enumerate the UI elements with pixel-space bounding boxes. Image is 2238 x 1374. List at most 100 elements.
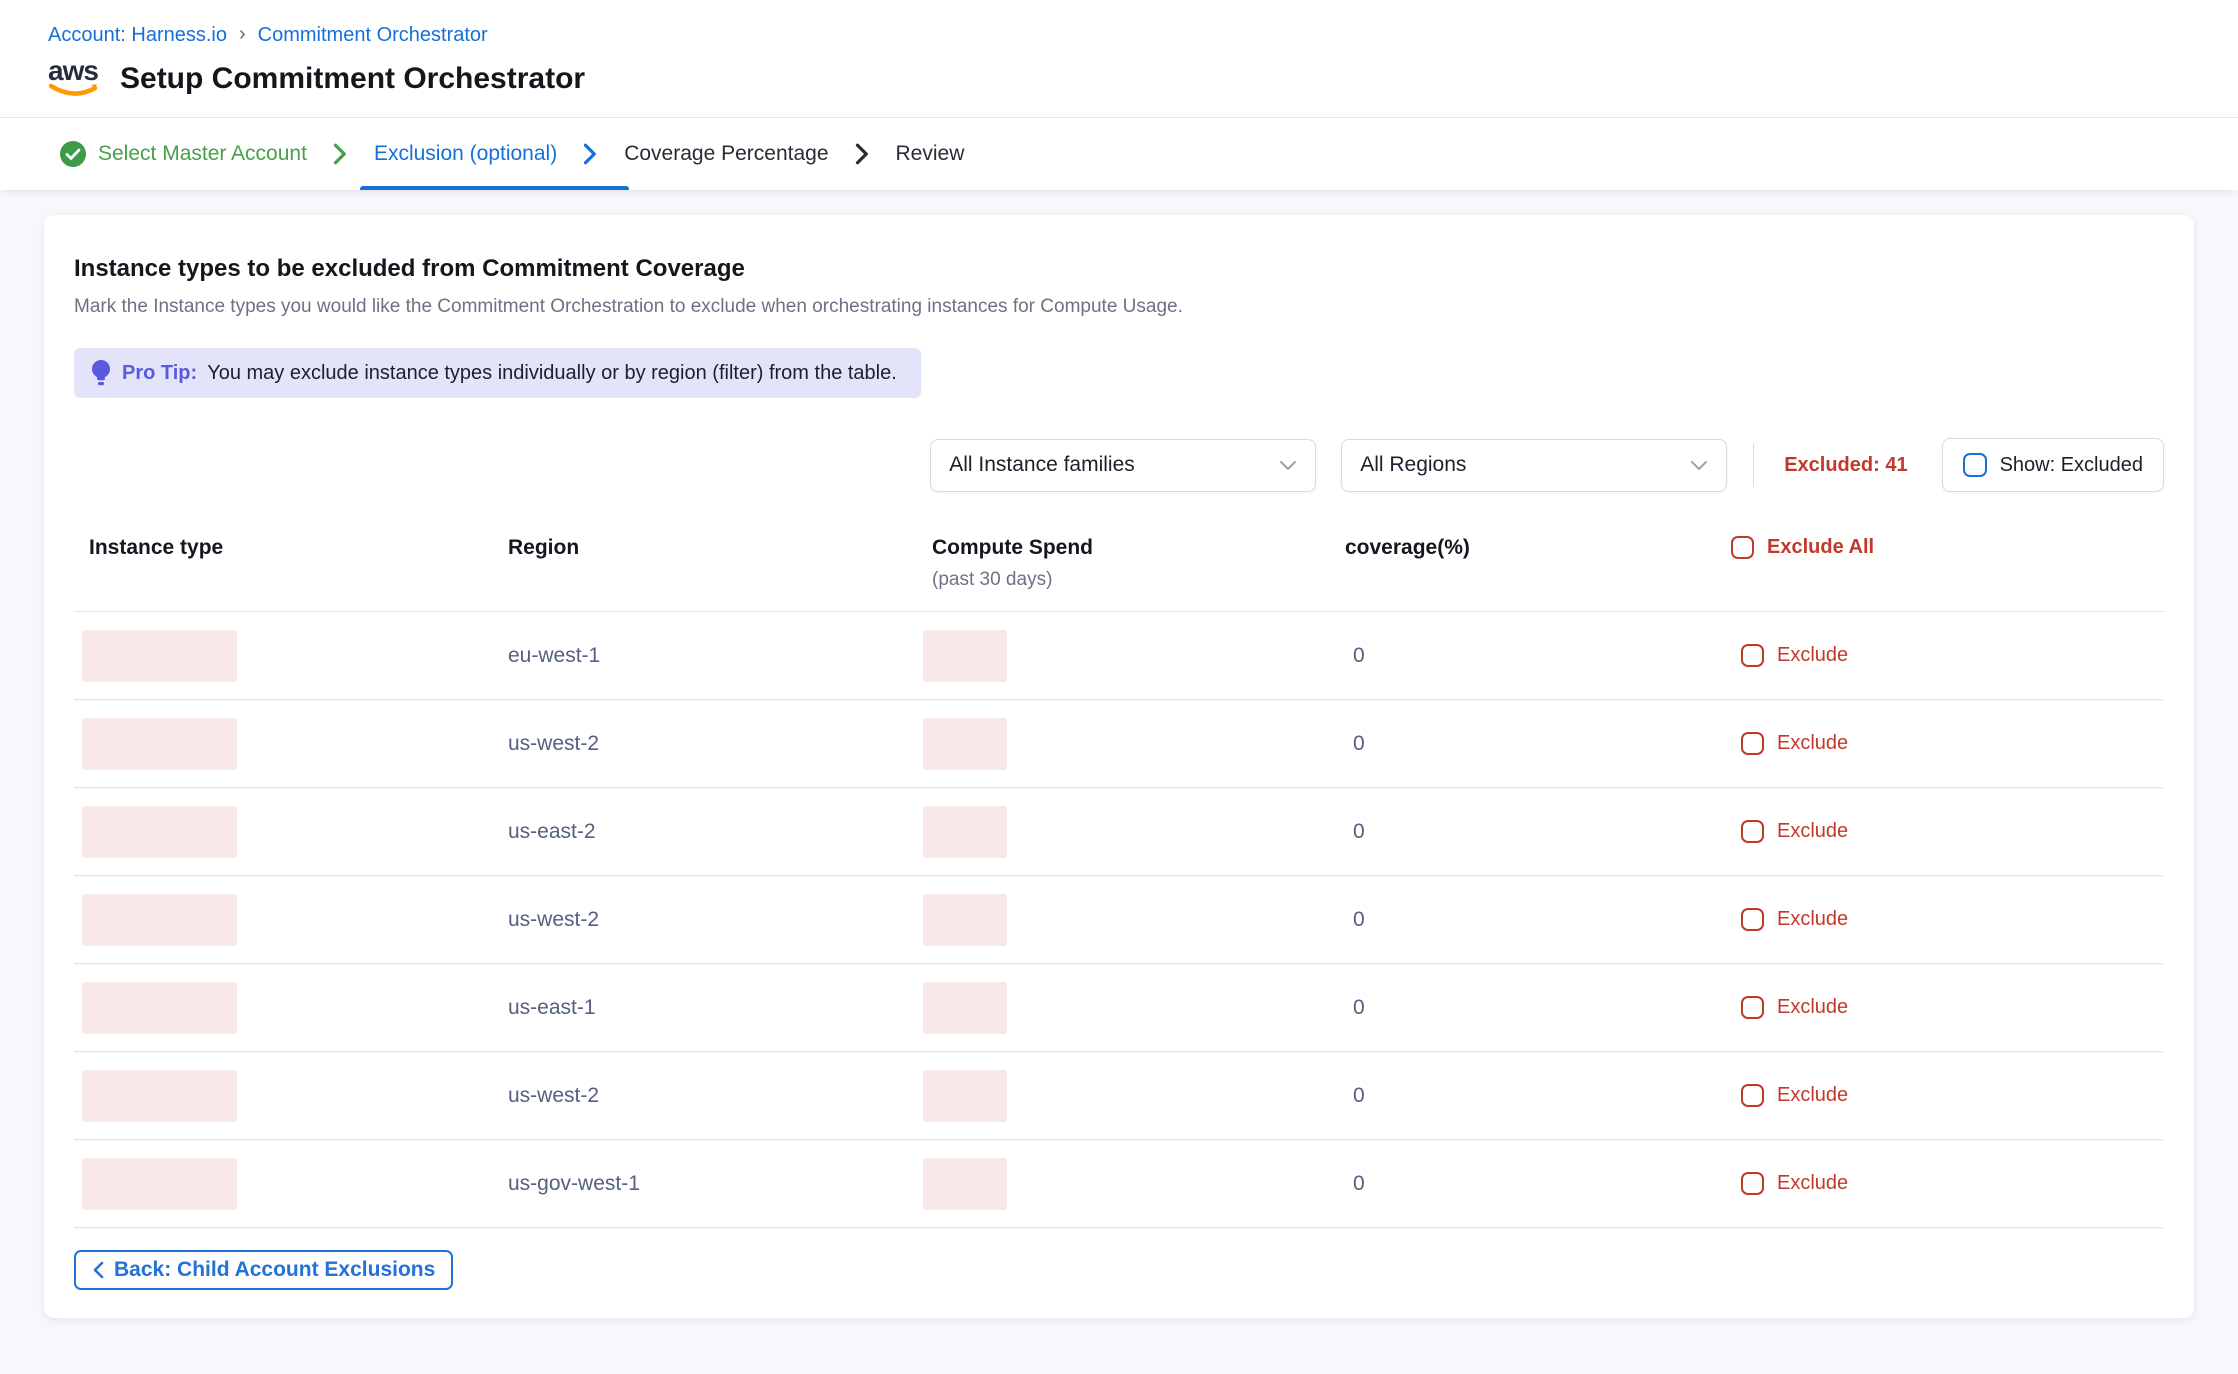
coverage-cell: 0	[1345, 820, 1731, 844]
redacted-instance-type	[82, 1070, 237, 1122]
column-header-compute-spend: Compute Spend (past 30 days)	[932, 536, 1345, 591]
pro-tip-label: Pro Tip:	[122, 362, 197, 385]
region-value: us-west-2	[508, 908, 599, 931]
redacted-instance-type	[82, 894, 237, 946]
column-header-instance-type: Instance type	[89, 536, 508, 560]
step-label: Coverage Percentage	[624, 142, 828, 166]
instance-family-select[interactable]: All Instance families	[930, 439, 1316, 492]
exclude-cell: Exclude	[1731, 1172, 2164, 1195]
compute-spend-cell	[932, 806, 1345, 858]
column-header-region: Region	[508, 536, 932, 560]
region-cell: us-east-1	[508, 996, 932, 1020]
breadcrumb-account-link[interactable]: Account: Harness.io	[48, 24, 227, 47]
coverage-value: 0	[1345, 908, 1365, 931]
exclude-label[interactable]: Exclude	[1777, 908, 1848, 931]
exclude-checkbox[interactable]	[1741, 644, 1764, 667]
exclude-checkbox[interactable]	[1741, 1172, 1764, 1195]
redacted-compute-spend	[923, 718, 1007, 770]
exclude-label[interactable]: Exclude	[1777, 644, 1848, 667]
step-label: Select Master Account	[98, 142, 307, 166]
instance-type-cell	[89, 894, 508, 946]
stepper: Select Master Account Exclusion (optiona…	[0, 118, 2238, 190]
table-header-row: Instance type Region Compute Spend (past…	[74, 536, 2164, 612]
redacted-instance-type	[82, 806, 237, 858]
redacted-compute-spend	[923, 630, 1007, 682]
compute-spend-cell	[932, 1070, 1345, 1122]
region-select[interactable]: All Regions	[1341, 439, 1727, 492]
coverage-cell: 0	[1345, 1084, 1731, 1108]
compute-spend-cell	[932, 1158, 1345, 1210]
chevron-down-icon	[1279, 460, 1297, 471]
redacted-compute-spend	[923, 1158, 1007, 1210]
pro-tip-banner: Pro Tip: You may exclude instance types …	[74, 348, 921, 398]
pro-tip-text: You may exclude instance types individua…	[207, 362, 897, 385]
coverage-cell: 0	[1345, 644, 1731, 668]
column-header-exclude-all: Exclude All	[1731, 536, 2164, 559]
exclusion-card: Instance types to be excluded from Commi…	[44, 215, 2194, 1318]
exclusion-table: Instance type Region Compute Spend (past…	[74, 536, 2164, 1228]
breadcrumb: Account: Harness.io › Commitment Orchest…	[48, 24, 2190, 47]
coverage-cell: 0	[1345, 996, 1731, 1020]
redacted-instance-type	[82, 982, 237, 1034]
exclude-all-label: Exclude All	[1767, 536, 1874, 559]
page-title: Setup Commitment Orchestrator	[120, 62, 585, 96]
table-row: us-east-2 0 Exclude	[74, 788, 2164, 876]
exclude-checkbox[interactable]	[1741, 996, 1764, 1019]
instance-type-cell	[89, 630, 508, 682]
exclude-checkbox[interactable]	[1741, 908, 1764, 931]
instance-type-cell	[89, 982, 508, 1034]
filters-divider	[1753, 443, 1754, 487]
exclude-label[interactable]: Exclude	[1777, 732, 1848, 755]
step-coverage-percentage[interactable]: Coverage Percentage	[610, 118, 842, 190]
compute-spend-title: Compute Spend	[932, 536, 1093, 559]
step-exclusion[interactable]: Exclusion (optional)	[360, 118, 571, 190]
card-subtitle: Mark the Instance types you would like t…	[74, 296, 2164, 318]
exclude-label[interactable]: Exclude	[1777, 996, 1848, 1019]
region-cell: eu-west-1	[508, 644, 932, 668]
compute-spend-cell	[932, 630, 1345, 682]
breadcrumb-separator-icon: ›	[239, 23, 246, 46]
exclude-cell: Exclude	[1731, 1084, 2164, 1107]
show-excluded-toggle[interactable]: Show: Excluded	[1942, 438, 2164, 492]
show-excluded-checkbox[interactable]	[1963, 453, 1987, 477]
redacted-instance-type	[82, 718, 237, 770]
exclude-label[interactable]: Exclude	[1777, 1084, 1848, 1107]
coverage-value: 0	[1345, 1172, 1365, 1195]
main-content: Instance types to be excluded from Commi…	[0, 190, 2238, 1374]
step-select-master-account[interactable]: Select Master Account	[46, 118, 321, 190]
coverage-cell: 0	[1345, 732, 1731, 756]
exclude-checkbox[interactable]	[1741, 820, 1764, 843]
region-select-value: All Regions	[1360, 453, 1466, 477]
step-label: Exclusion (optional)	[374, 142, 557, 166]
redacted-instance-type	[82, 630, 237, 682]
page: Account: Harness.io › Commitment Orchest…	[0, 0, 2238, 1374]
step-review[interactable]: Review	[882, 118, 979, 190]
region-cell: us-west-2	[508, 908, 932, 932]
chevron-right-icon	[855, 142, 870, 166]
chevron-right-icon	[583, 142, 598, 166]
instance-family-select-value: All Instance families	[949, 453, 1135, 477]
back-button[interactable]: Back: Child Account Exclusions	[74, 1250, 453, 1290]
chevron-left-icon	[92, 1260, 104, 1280]
exclude-checkbox[interactable]	[1741, 1084, 1764, 1107]
coverage-cell: 0	[1345, 908, 1731, 932]
compute-spend-cell	[932, 894, 1345, 946]
column-header-coverage: coverage(%)	[1345, 536, 1731, 560]
page-header: Account: Harness.io › Commitment Orchest…	[0, 0, 2238, 117]
exclude-cell: Exclude	[1731, 732, 2164, 755]
breadcrumb-page-link[interactable]: Commitment Orchestrator	[258, 24, 488, 47]
coverage-value: 0	[1345, 1084, 1365, 1107]
exclude-checkbox[interactable]	[1741, 732, 1764, 755]
exclude-label[interactable]: Exclude	[1777, 1172, 1848, 1195]
filters-row: All Instance families All Regions Exclud…	[74, 438, 2164, 492]
table-row: us-west-2 0 Exclude	[74, 700, 2164, 788]
table-row: us-west-2 0 Exclude	[74, 1052, 2164, 1140]
coverage-value: 0	[1345, 996, 1365, 1019]
compute-spend-subtitle: (past 30 days)	[932, 569, 1345, 591]
region-cell: us-east-2	[508, 820, 932, 844]
exclude-all-checkbox[interactable]	[1731, 536, 1754, 559]
table-row: us-gov-west-1 0 Exclude	[74, 1140, 2164, 1228]
show-excluded-label: Show: Excluded	[2000, 454, 2143, 477]
coverage-value: 0	[1345, 644, 1365, 667]
exclude-label[interactable]: Exclude	[1777, 820, 1848, 843]
